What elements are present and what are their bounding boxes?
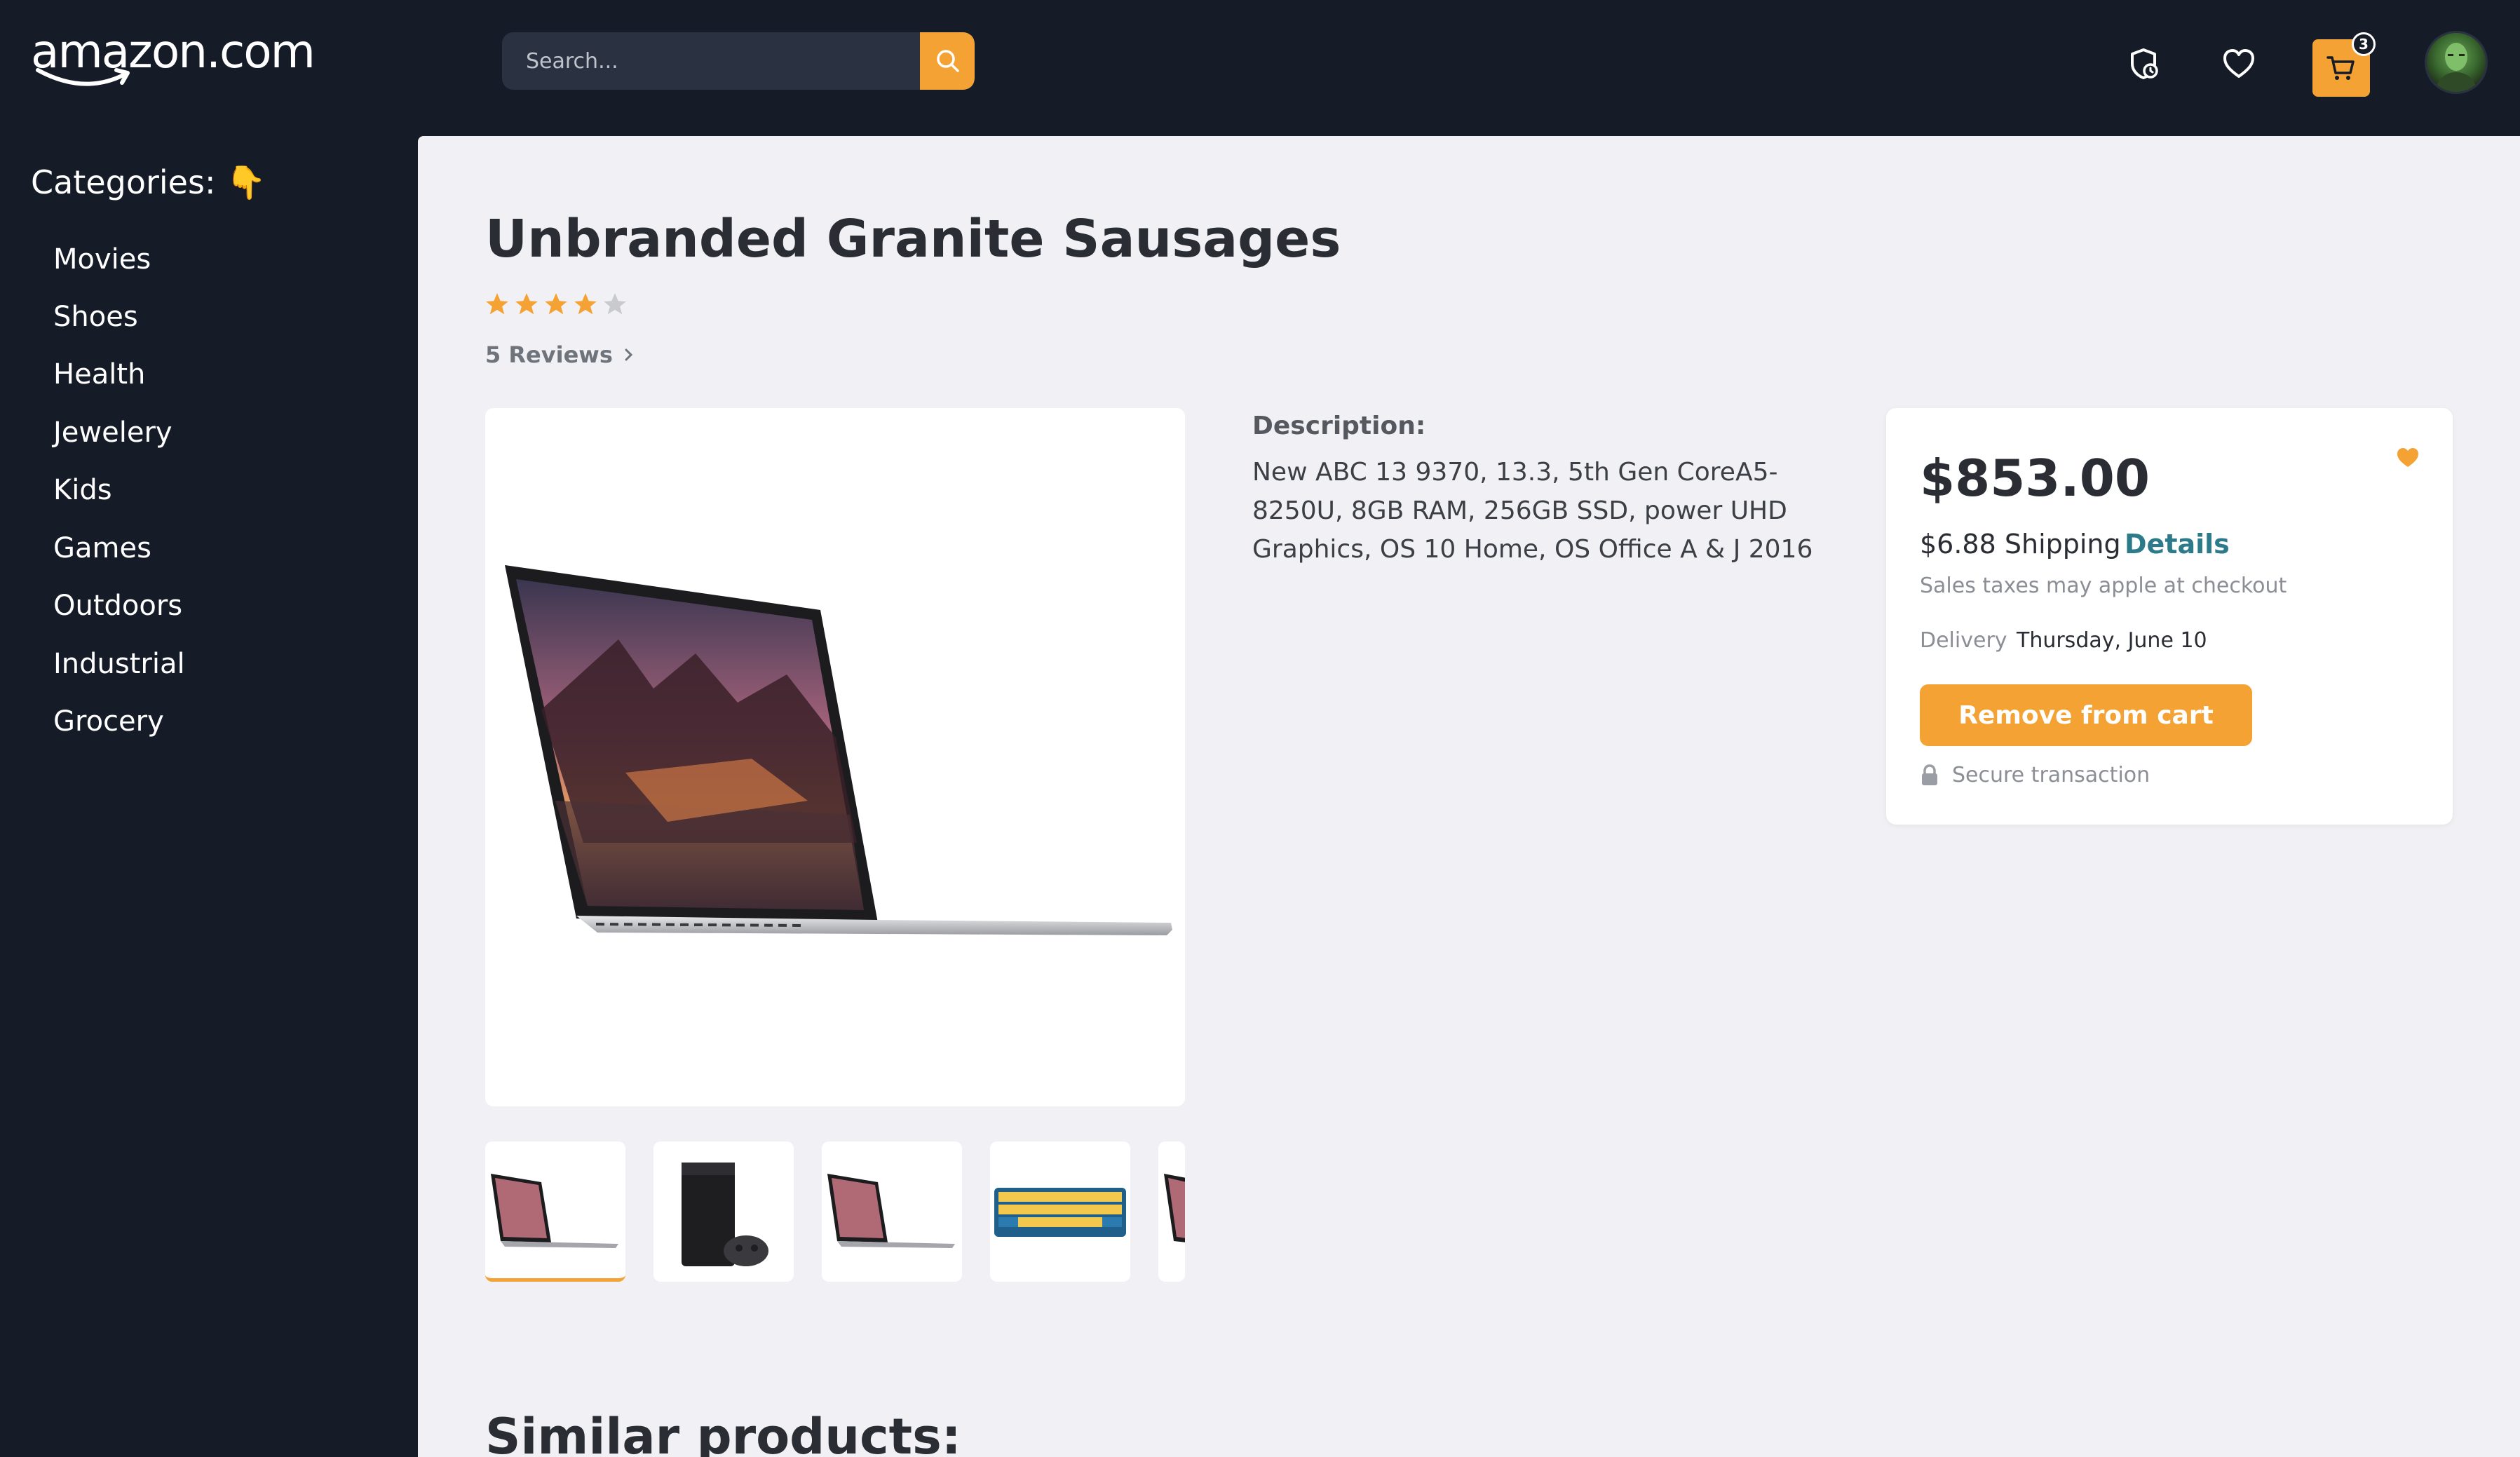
similar-products-heading: Similar products:: [485, 1408, 961, 1457]
shipping-details-link[interactable]: Details: [2125, 527, 2230, 561]
thumbnail-laptop[interactable]: [485, 1141, 625, 1282]
secure-transaction-label: Secure transaction: [1952, 763, 2150, 787]
category-health[interactable]: Health: [53, 357, 145, 392]
thumbnail-keyboard[interactable]: [990, 1141, 1130, 1282]
product-title: Unbranded Granite Sausages: [485, 209, 1341, 269]
product-main-image[interactable]: [485, 408, 1185, 1106]
laptop-image: [505, 565, 1172, 935]
wishlist-button[interactable]: [2214, 39, 2263, 88]
star-empty-icon: [604, 293, 626, 315]
heart-icon: [2223, 49, 2254, 78]
star-icon: [574, 293, 597, 315]
thumbnail-game-console[interactable]: [653, 1141, 794, 1282]
order-history-icon: [2131, 48, 2158, 79]
product-price: $853.00: [1920, 449, 2150, 508]
chevron-right-icon: [625, 348, 633, 361]
keyboard-thumbnail-icon: [994, 1188, 1126, 1237]
star-icon: [545, 293, 567, 315]
reviews-link[interactable]: 5 Reviews: [485, 341, 635, 369]
delivery-date: Thursday, June 10: [2017, 628, 2207, 653]
category-games[interactable]: Games: [53, 531, 151, 566]
secure-transaction: Secure transaction: [1920, 761, 2150, 790]
search-button[interactable]: [920, 32, 975, 90]
category-shoes[interactable]: Shoes: [53, 299, 138, 334]
order-history-button[interactable]: [2119, 39, 2168, 88]
search-icon: [937, 50, 959, 72]
thumbnail-laptop-3[interactable]: [1158, 1141, 1185, 1282]
search-bar: [502, 32, 975, 90]
shipping-cost: $6.88 Shipping: [1920, 529, 2121, 560]
star-icon: [486, 293, 508, 315]
user-avatar[interactable]: [2425, 31, 2488, 94]
thumbnail-laptop-2[interactable]: [822, 1141, 962, 1282]
search-input[interactable]: [502, 32, 920, 90]
logo-smile-icon: [36, 68, 130, 86]
remove-from-cart-button[interactable]: Remove from cart: [1920, 684, 2252, 746]
amazon-logo[interactable]: amazon.com: [31, 24, 316, 87]
star-icon: [515, 293, 538, 315]
category-jewelery[interactable]: Jewelery: [53, 415, 172, 450]
laptop-thumbnail-icon: [491, 1174, 618, 1248]
reviews-count: 5 Reviews: [485, 341, 613, 368]
category-kids[interactable]: Kids: [53, 473, 112, 508]
category-industrial[interactable]: Industrial: [53, 646, 185, 682]
categories-heading: Categories: 👇: [31, 163, 266, 201]
cart-count-badge: 3: [2352, 32, 2376, 56]
category-outdoors[interactable]: Outdoors: [53, 588, 182, 623]
description-text: New ABC 13 9370, 13.3, 5th Gen CoreA5-82…: [1252, 458, 1813, 564]
rating-stars: [484, 290, 628, 321]
cart-icon: [2326, 56, 2355, 80]
category-grocery[interactable]: Grocery: [53, 704, 164, 739]
description-label: Description:: [1252, 412, 1426, 440]
lock-icon: [1922, 764, 1937, 785]
tax-note: Sales taxes may apple at checkout: [1920, 574, 2287, 598]
avatar-image: [2435, 43, 2477, 92]
laptop-thumbnail-icon: [1164, 1174, 1185, 1242]
game-console-thumbnail-icon: [682, 1163, 768, 1266]
delivery-label: Delivery: [1920, 628, 2007, 653]
laptop-thumbnail-icon: [827, 1174, 955, 1248]
category-movies[interactable]: Movies: [53, 242, 151, 277]
favorite-heart-icon[interactable]: [2394, 443, 2422, 471]
